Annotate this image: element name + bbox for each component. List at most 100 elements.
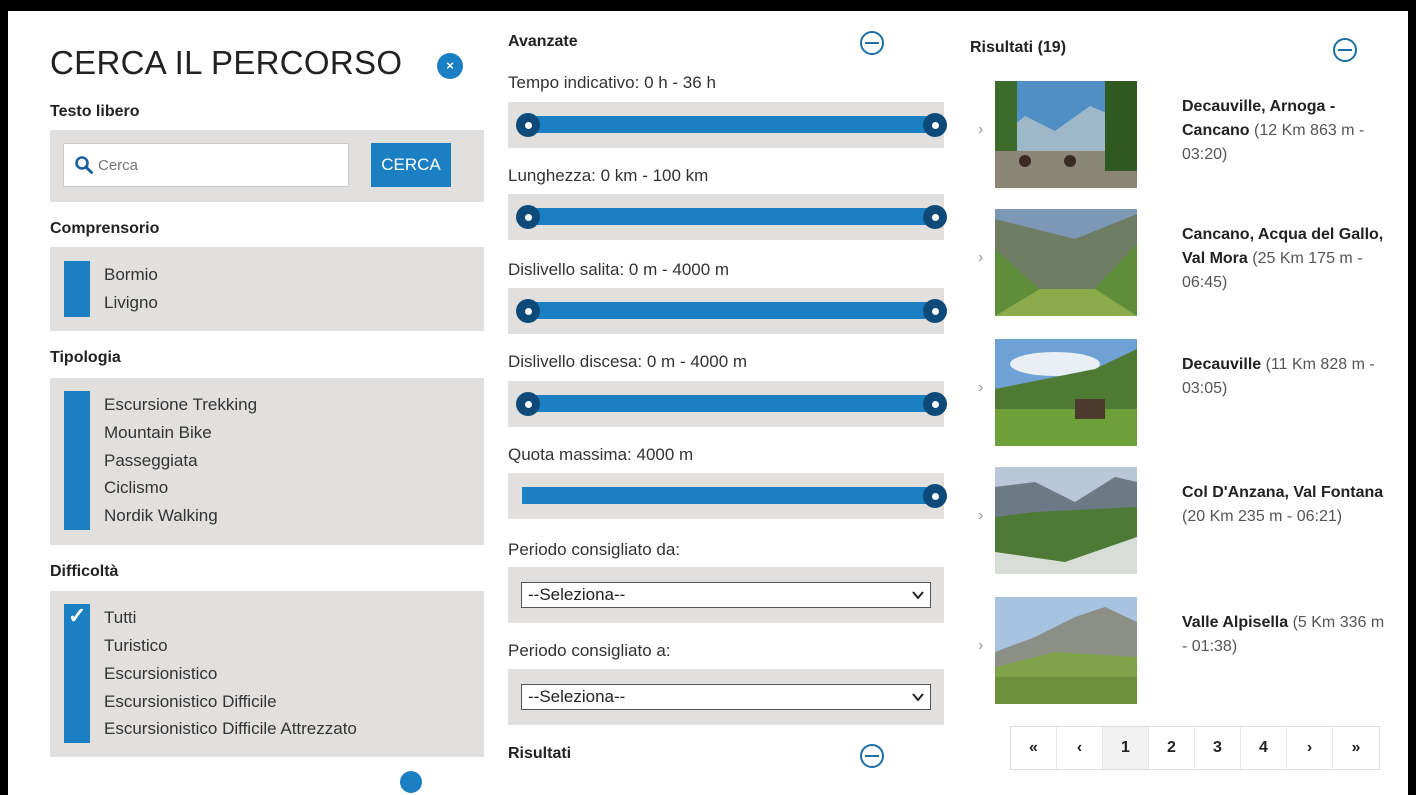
slider-min-handle[interactable] (516, 299, 540, 323)
page-prev-button[interactable]: ‹ (1057, 727, 1103, 769)
chevron-right-icon: › (978, 379, 984, 396)
checkbox-label: Escursionistico (104, 664, 218, 683)
search-input[interactable] (98, 154, 338, 176)
altitude-slider[interactable] (508, 473, 947, 519)
checkbox-checked[interactable]: ✓ (64, 603, 90, 632)
select-value: --Seleziona-- (528, 687, 626, 706)
slider-max-handle[interactable] (923, 205, 947, 229)
period-to-panel: --Seleziona-- (508, 669, 944, 725)
ascent-slider[interactable] (508, 288, 947, 334)
length-slider[interactable] (508, 194, 947, 240)
checkbox-label: Escursionistico Difficile (104, 692, 277, 711)
result-item[interactable]: › Valle Alpisella (5 Km 336 m - 01:38) (978, 597, 1398, 707)
checkbox[interactable] (64, 447, 90, 475)
descent-label: Dislivello discesa: 0 m - 4000 m (508, 352, 748, 371)
chevron-right-icon: › (978, 507, 984, 524)
slider-min-handle[interactable] (516, 205, 540, 229)
result-thumbnail[interactable] (995, 81, 1137, 188)
page-next-button[interactable]: › (1287, 727, 1333, 769)
collapse-results-list-icon[interactable] (1333, 38, 1357, 62)
route-search-page: CERCA IL PERCORSO × Testo libero CERCA C… (8, 11, 1408, 795)
page-1-button[interactable]: 1 (1103, 727, 1149, 769)
length-label: Lunghezza: 0 km - 100 km (508, 166, 709, 185)
period-from-label: Periodo consigliato da: (508, 540, 681, 559)
result-item[interactable]: › Decauville (11 Km 828 m - 03:05) (978, 339, 1398, 449)
slider-track (522, 116, 936, 133)
checkbox-label: Nordik Walking (104, 506, 218, 525)
result-thumbnail[interactable] (995, 339, 1137, 446)
page-3-button[interactable]: 3 (1195, 727, 1241, 769)
page-first-button[interactable]: « (1011, 727, 1057, 769)
search-button[interactable]: CERCA (371, 143, 451, 187)
checkbox[interactable] (64, 474, 90, 502)
descent-slider[interactable] (508, 381, 947, 427)
chevron-down-icon (912, 693, 924, 702)
altitude-label: Quota massima: 4000 m (508, 445, 694, 464)
chevron-right-icon: › (978, 249, 984, 266)
time-label: Tempo indicativo: 0 h - 36 h (508, 73, 716, 92)
result-text[interactable]: Col D'Anzana, Val Fontana (20 Km 235 m -… (1182, 481, 1392, 529)
close-button[interactable]: × (437, 53, 463, 79)
checkbox-label: Passeggiata (104, 451, 198, 470)
period-from-select[interactable]: --Seleziona-- (521, 582, 931, 608)
slider-max-handle[interactable] (923, 113, 947, 137)
chevron-right-icon: › (978, 121, 984, 138)
checkbox-label: Livigno (104, 293, 158, 312)
result-name: Col D'Anzana, Val Fontana (1182, 484, 1384, 501)
search-field[interactable] (63, 143, 349, 187)
slider-min-handle[interactable] (516, 113, 540, 137)
checkbox-label: Escursione Trekking (104, 395, 258, 414)
checkbox[interactable] (64, 289, 90, 317)
result-thumbnail[interactable] (995, 209, 1137, 316)
area-label: Comprensorio (50, 220, 160, 237)
collapse-results-icon[interactable] (860, 744, 884, 768)
result-text[interactable]: Cancano, Acqua del Gallo, Val Mora (25 K… (1182, 223, 1392, 295)
period-from-panel: --Seleziona-- (508, 567, 944, 623)
difficulty-label: Difficoltà (50, 563, 119, 580)
type-panel: Escursione Trekking Mountain Bike Passeg… (50, 378, 484, 545)
result-item[interactable]: › Decauville, Arnoga - Cancano (12 Km 86… (978, 81, 1398, 191)
free-text-label: Testo libero (50, 103, 140, 120)
checkbox[interactable] (64, 419, 90, 447)
checkbox[interactable] (64, 688, 90, 716)
checkbox[interactable] (64, 261, 90, 289)
result-item[interactable]: › Cancano, Acqua del Gallo, Val Mora (25… (978, 209, 1398, 319)
slider-max-handle[interactable] (923, 299, 947, 323)
results-heading: Risultati (508, 745, 572, 762)
checkbox[interactable] (64, 391, 90, 419)
collapse-advanced-icon[interactable] (860, 31, 884, 55)
slider-track (522, 487, 936, 504)
checkbox[interactable] (64, 660, 90, 688)
page-2-button[interactable]: 2 (1149, 727, 1195, 769)
result-text[interactable]: Decauville, Arnoga - Cancano (12 Km 863 … (1182, 95, 1392, 167)
area-panel: Bormio Livigno (50, 247, 484, 331)
checkbox-label: Tutti (104, 608, 137, 627)
result-text[interactable]: Decauville (11 Km 828 m - 03:05) (1182, 353, 1392, 401)
result-detail: (20 Km 235 m - 06:21) (1182, 508, 1343, 525)
slider-max-handle[interactable] (923, 484, 947, 508)
results-title: Risultati (19) (970, 39, 1067, 56)
period-to-select[interactable]: --Seleziona-- (521, 684, 931, 710)
result-thumbnail[interactable] (995, 467, 1137, 574)
checkbox[interactable] (64, 502, 90, 530)
free-text-panel: CERCA (50, 130, 484, 202)
checkbox-label: Bormio (104, 265, 158, 284)
select-value: --Seleziona-- (528, 585, 626, 604)
chevron-down-icon (912, 591, 924, 600)
result-text[interactable]: Valle Alpisella (5 Km 336 m - 01:38) (1182, 611, 1392, 659)
page-last-button[interactable]: » (1333, 727, 1379, 769)
slider-max-handle[interactable] (923, 392, 947, 416)
checkbox-label: Mountain Bike (104, 423, 212, 442)
period-to-label: Periodo consigliato a: (508, 641, 671, 660)
chevron-right-icon: › (978, 637, 984, 654)
checkbox[interactable] (64, 715, 90, 743)
page-4-button[interactable]: 4 (1241, 727, 1287, 769)
result-name: Decauville (1182, 356, 1262, 373)
slider-min-handle[interactable] (516, 392, 540, 416)
result-thumbnail[interactable] (995, 597, 1137, 704)
checkbox[interactable] (64, 632, 90, 660)
search-icon (75, 156, 93, 174)
collapse-icon[interactable] (400, 771, 422, 793)
time-slider[interactable] (508, 102, 947, 148)
result-item[interactable]: › Col D'Anzana, Val Fontana (20 Km 235 m… (978, 467, 1398, 577)
